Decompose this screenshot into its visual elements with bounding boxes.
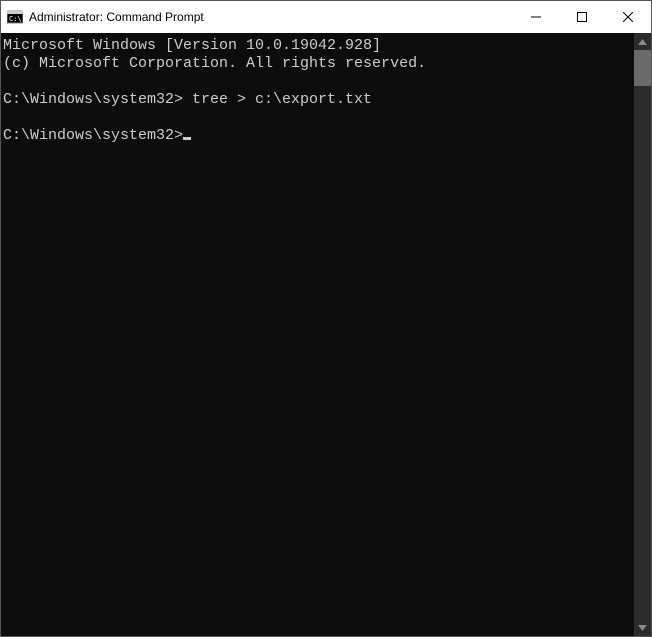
minimize-button[interactable]: [513, 1, 559, 33]
vertical-scrollbar[interactable]: [634, 33, 651, 636]
header-line-2: (c) Microsoft Corporation. All rights re…: [3, 55, 634, 73]
titlebar[interactable]: C:\ Administrator: Command Prompt: [1, 1, 651, 33]
scroll-thumb[interactable]: [634, 50, 651, 86]
blank-line: [3, 73, 634, 91]
scroll-down-button[interactable]: [634, 619, 651, 636]
prompt-command: tree > c:\export.txt: [183, 91, 372, 108]
cmd-icon: C:\: [7, 9, 23, 25]
svg-text:C:\: C:\: [9, 15, 22, 23]
header-line-1: Microsoft Windows [Version 10.0.19042.92…: [3, 37, 634, 55]
prompt-line-1: C:\Windows\system32> tree > c:\export.tx…: [3, 91, 634, 109]
blank-line: [3, 109, 634, 127]
window-title: Administrator: Command Prompt: [29, 10, 204, 24]
close-button[interactable]: [605, 1, 651, 33]
window-controls: [513, 1, 651, 33]
prompt-path: C:\Windows\system32>: [3, 127, 183, 144]
scroll-up-button[interactable]: [634, 33, 651, 50]
terminal-area: Microsoft Windows [Version 10.0.19042.92…: [1, 33, 651, 636]
prompt-path: C:\Windows\system32>: [3, 91, 183, 108]
cursor: [183, 137, 191, 140]
command-prompt-window: C:\ Administrator: Command Prompt Micros…: [0, 0, 652, 637]
prompt-line-2: C:\Windows\system32>: [3, 127, 634, 145]
terminal-output[interactable]: Microsoft Windows [Version 10.0.19042.92…: [1, 33, 634, 636]
maximize-button[interactable]: [559, 1, 605, 33]
